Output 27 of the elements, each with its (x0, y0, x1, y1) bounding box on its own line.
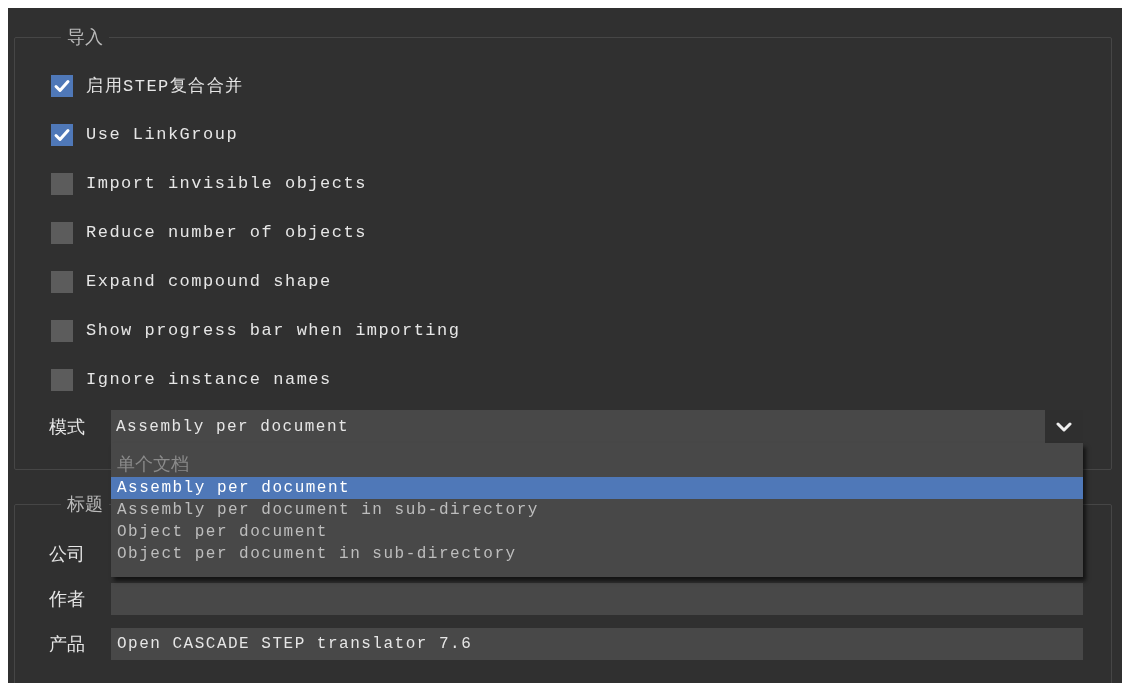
checkbox[interactable] (51, 270, 73, 293)
field-label: 产品 (49, 632, 86, 656)
checkbox-label[interactable]: Reduce number of objects (86, 223, 367, 242)
checkbox-label[interactable]: 启用STEP复合合并 (86, 74, 244, 97)
checkbox-label[interactable]: Show progress bar when importing (86, 321, 461, 340)
field-label: 模式 (49, 414, 86, 439)
checkbox-label[interactable]: Ignore instance names (86, 370, 332, 389)
dropdown-option[interactable]: Object per document in sub-directory (111, 543, 1083, 565)
checkbox-label[interactable]: Import invisible objects (86, 174, 367, 193)
mode-dropdown[interactable]: Assembly per document (111, 410, 1083, 443)
text-field[interactable] (111, 583, 1083, 615)
checkbox[interactable] (51, 221, 73, 244)
dropdown-option[interactable]: Assembly per document in sub-directory (111, 499, 1083, 521)
field-label: 作者 (49, 587, 86, 611)
checkbox-label[interactable]: Use LinkGroup (86, 125, 239, 144)
dropdown-option[interactable]: Assembly per document (111, 477, 1083, 499)
group-title: 导入 (66, 27, 104, 47)
checkbox[interactable] (51, 368, 73, 391)
checkbox[interactable] (51, 319, 73, 342)
checkbox[interactable] (51, 123, 73, 146)
checkbox[interactable] (51, 172, 73, 195)
text-field[interactable]: Open CASCADE STEP translator 7.6 (111, 628, 1083, 660)
field-label: 公司 (49, 542, 86, 566)
checkbox-label[interactable]: Expand compound shape (86, 272, 332, 291)
checkbox[interactable] (51, 74, 73, 97)
dropdown-option[interactable]: Object per document (111, 521, 1083, 543)
group-title: 标题 (66, 494, 104, 514)
